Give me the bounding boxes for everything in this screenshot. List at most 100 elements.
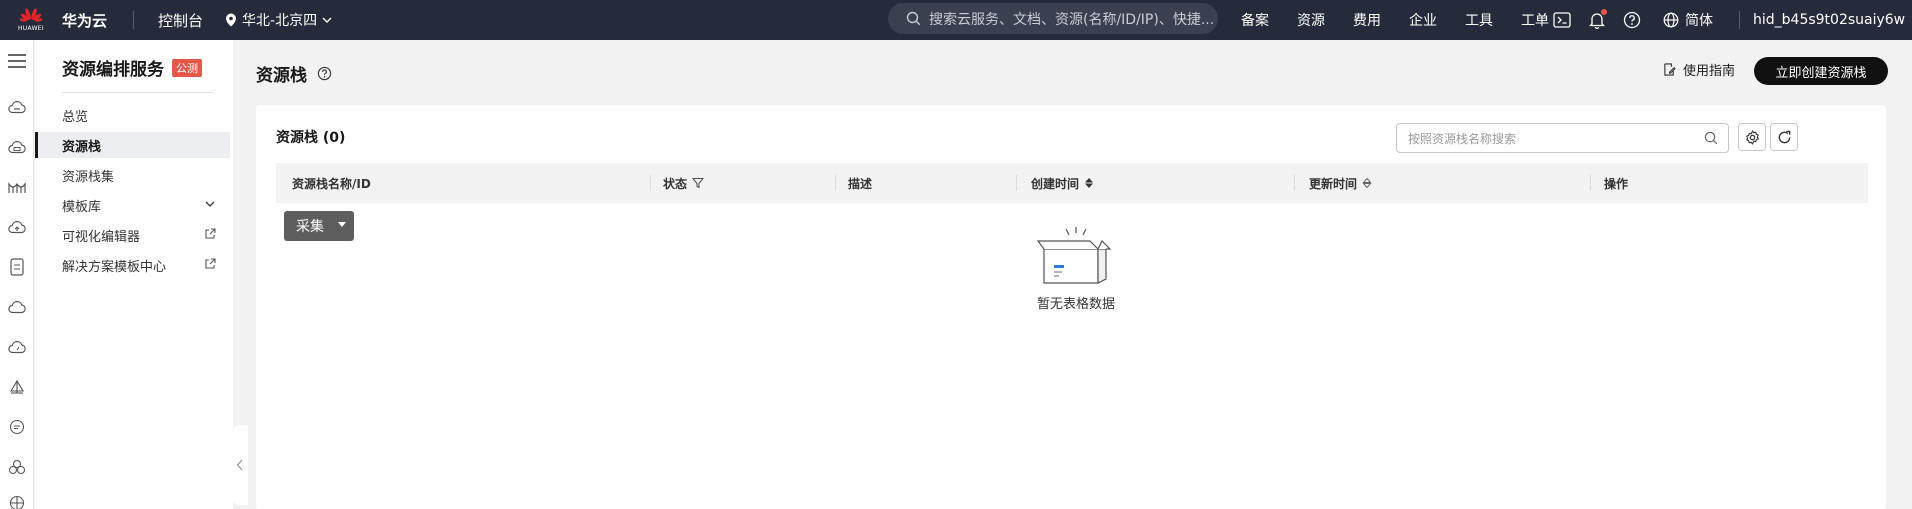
language-selector[interactable]: 简体: [1663, 0, 1713, 40]
help-icon[interactable]: [317, 66, 332, 81]
sidebar-item-overview[interactable]: 总览: [35, 102, 230, 128]
help-icon[interactable]: [1623, 11, 1641, 29]
column-header-created-time[interactable]: 创建时间: [1031, 163, 1094, 203]
region-selector[interactable]: 华北-北京四: [225, 10, 332, 30]
edit-doc-icon: [1664, 63, 1676, 76]
globe-icon: [9, 495, 25, 509]
cloud-gauge-icon: [8, 341, 26, 354]
refresh-button[interactable]: [1770, 123, 1798, 151]
page-title-text: 资源栈: [256, 66, 307, 86]
column-header-updated-time[interactable]: 更新时间: [1309, 163, 1372, 203]
service-title-text: 资源编排服务: [62, 60, 164, 80]
column-divider: [1590, 175, 1591, 191]
empty-state: 暂无表格数据: [1026, 225, 1126, 312]
sidebar-item-label: 资源栈集: [62, 169, 115, 185]
column-header-label: 更新时间: [1309, 176, 1358, 191]
page-title: 资源栈: [256, 61, 332, 86]
settings-button[interactable]: [1738, 123, 1766, 151]
globe-icon: [1663, 12, 1679, 28]
external-link-icon: [205, 228, 216, 239]
user-menu[interactable]: hid_b45s9t02suaiy6w: [1739, 0, 1906, 40]
cloud-server-icon: [8, 141, 26, 154]
empty-box-icon: [1036, 227, 1112, 284]
caret-down-icon: [338, 222, 346, 227]
collect-label: 采集: [296, 219, 324, 235]
external-link-icon: [205, 258, 216, 269]
chat-icon: [9, 419, 25, 435]
rail-item-3[interactable]: [6, 176, 28, 198]
sort-icon[interactable]: [1084, 177, 1094, 189]
sort-icon[interactable]: [1362, 177, 1372, 189]
column-divider: [835, 175, 836, 191]
sidebar-item-stack-sets[interactable]: 资源栈集: [35, 162, 230, 188]
global-search-placeholder: 搜索云服务、文档、资源(名称/ID/IP)、快捷...: [929, 11, 1215, 28]
nav-item-filing[interactable]: 备案: [1241, 10, 1269, 30]
sidebar-item-label: 模板库: [62, 199, 102, 215]
nav-item-tools[interactable]: 工具: [1465, 10, 1493, 30]
service-icon-rail: [0, 40, 34, 509]
divider: [62, 92, 214, 93]
stack-search-input[interactable]: 按照资源栈名称搜索: [1396, 123, 1729, 153]
rail-item-9[interactable]: [6, 416, 28, 438]
top-nav-links: 备案 资源 费用 企业 工具 工单: [1241, 0, 1577, 40]
create-stack-button[interactable]: 立即创建资源栈: [1754, 57, 1888, 85]
top-icon-group: [1553, 0, 1641, 40]
console-link[interactable]: 控制台: [158, 10, 203, 31]
refresh-icon: [1778, 130, 1790, 143]
rail-item-5[interactable]: [6, 256, 28, 278]
sidebar-item-stacks[interactable]: 资源栈: [35, 132, 230, 158]
brand-name[interactable]: 华为云: [62, 10, 107, 31]
terminal-icon[interactable]: [1553, 12, 1571, 28]
notification-dot: [1601, 9, 1607, 15]
table-header: 资源栈名称/ID 状态 描述 创建时间 更新时间 操作: [276, 163, 1868, 203]
sidebar-collapse-toggle[interactable]: [232, 425, 248, 505]
cloud-outline-icon: [8, 301, 26, 314]
rail-item-10[interactable]: [6, 456, 28, 478]
column-divider: [650, 175, 651, 191]
global-search-input[interactable]: 搜索云服务、文档、资源(名称/ID/IP)、快捷...: [888, 3, 1218, 34]
sidebar-item-label: 资源栈: [62, 139, 102, 155]
region-label: 华北-北京四: [242, 13, 318, 29]
rail-menu-button[interactable]: [6, 50, 28, 72]
rail-item-1[interactable]: [6, 96, 28, 118]
rail-item-8[interactable]: [6, 376, 28, 398]
rail-item-11[interactable]: [6, 492, 28, 509]
column-header-description: 描述: [848, 163, 872, 203]
column-divider: [1294, 175, 1295, 191]
rail-item-7[interactable]: [6, 336, 28, 358]
rail-item-4[interactable]: [6, 216, 28, 238]
nav-item-resources[interactable]: 资源: [1297, 10, 1325, 30]
menu-icon: [8, 54, 26, 68]
logo-text: HUAWEI: [18, 25, 44, 32]
sidebar-item-template-library[interactable]: 模板库: [35, 192, 230, 218]
huawei-flower-icon: [20, 8, 42, 22]
column-header-label: 资源栈名称/ID: [292, 176, 371, 191]
search-icon: [906, 11, 921, 26]
stacks-card: 资源栈 (0) 按照资源栈名称搜索 资源栈名称/ID 状态 描述 创建时间 更新…: [256, 105, 1886, 509]
filter-icon[interactable]: [692, 177, 705, 189]
empty-state-text: 暂无表格数据: [1036, 297, 1115, 312]
cloud-upload-icon: [8, 221, 26, 234]
column-header-actions: 操作: [1604, 163, 1628, 203]
search-icon[interactable]: [1704, 131, 1718, 145]
sidebar-item-label: 总览: [62, 109, 89, 125]
column-divider: [1016, 175, 1017, 191]
chevron-down-icon: [322, 17, 332, 23]
username: hid_b45s9t02suaiy6w: [1753, 12, 1906, 28]
nav-item-billing[interactable]: 费用: [1353, 10, 1381, 30]
nav-item-enterprise[interactable]: 企业: [1409, 10, 1437, 30]
service-title: 资源编排服务 公测: [62, 55, 202, 80]
nav-item-tickets[interactable]: 工单: [1521, 10, 1549, 30]
sidebar-item-visual-editor[interactable]: 可视化编辑器: [35, 222, 230, 248]
rail-item-6[interactable]: [6, 296, 28, 318]
top-navigation-bar: HUAWEI 华为云 控制台 华北-北京四 搜索云服务、文档、资源(名称/ID/…: [0, 0, 1912, 40]
user-guide-link[interactable]: 使用指南: [1663, 60, 1735, 79]
chevron-down-icon: [205, 201, 215, 207]
rail-item-2[interactable]: [6, 136, 28, 158]
gear-icon: [1745, 129, 1759, 145]
notification-bell[interactable]: [1589, 9, 1607, 29]
column-header-label: 描述: [848, 176, 873, 191]
sidebar-item-solution-templates[interactable]: 解决方案模板中心: [35, 252, 230, 278]
collect-dropdown-button[interactable]: 采集: [284, 211, 354, 241]
huawei-logo[interactable]: HUAWEI: [0, 0, 62, 40]
